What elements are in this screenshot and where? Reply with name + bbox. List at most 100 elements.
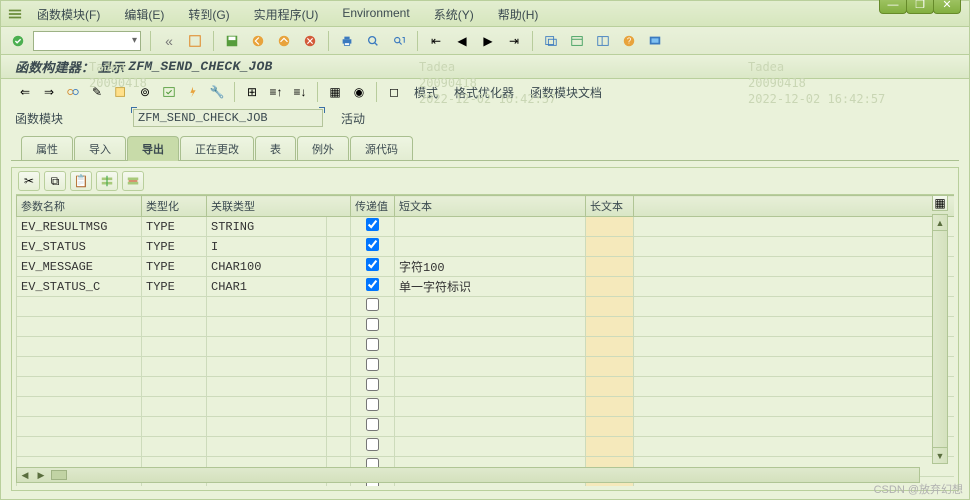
pass-value-checkbox[interactable] xyxy=(366,358,379,371)
tab-export[interactable]: 导出 xyxy=(127,136,179,161)
col-param-name[interactable]: 参数名称 xyxy=(17,196,142,217)
pass-value-cell[interactable] xyxy=(351,217,395,237)
pass-value-checkbox[interactable] xyxy=(366,298,379,311)
table-row[interactable]: EV_STATUS_CTYPECHAR1单一字符标识 xyxy=(17,277,955,297)
tab-tables[interactable]: 表 xyxy=(255,136,296,161)
table-row[interactable]: EV_STATUSTYPEI xyxy=(17,237,955,257)
pass-value-cell[interactable] xyxy=(351,277,395,297)
activate-icon[interactable] xyxy=(183,82,203,102)
table-row[interactable] xyxy=(17,337,955,357)
last-page-icon[interactable]: ⇥ xyxy=(503,30,525,52)
table-row[interactable] xyxy=(17,377,955,397)
breakpoint-icon[interactable]: ◉ xyxy=(349,82,369,102)
pass-value-cell[interactable] xyxy=(351,257,395,277)
table-row[interactable] xyxy=(17,357,955,377)
pass-value-cell[interactable] xyxy=(351,437,395,457)
enter-ok-icon[interactable] xyxy=(7,30,29,52)
pass-value-cell[interactable] xyxy=(351,237,395,257)
col-short-text[interactable]: 短文本 xyxy=(395,196,586,217)
new-session-icon[interactable] xyxy=(540,30,562,52)
sort-asc-icon[interactable]: ≡↑ xyxy=(266,82,286,102)
pass-value-cell[interactable] xyxy=(351,417,395,437)
create-shortcut-icon[interactable] xyxy=(566,30,588,52)
pass-value-cell[interactable] xyxy=(351,357,395,377)
table-row[interactable] xyxy=(17,397,955,417)
first-page-icon[interactable]: ⇤ xyxy=(425,30,447,52)
column-config-icon[interactable]: ▦ xyxy=(932,195,948,211)
col-pass-value[interactable]: 传递值 xyxy=(351,196,395,217)
pass-value-checkbox[interactable] xyxy=(366,258,379,271)
col-typing[interactable]: 类型化 xyxy=(142,196,207,217)
pass-value-checkbox[interactable] xyxy=(366,378,379,391)
col-long-text[interactable]: 长文本 xyxy=(586,196,634,217)
pass-value-cell[interactable] xyxy=(351,317,395,337)
fullscreen-icon[interactable]: ◻ xyxy=(384,82,404,102)
pass-value-cell[interactable] xyxy=(351,337,395,357)
cut-icon[interactable]: ✂ xyxy=(18,171,40,191)
pass-value-checkbox[interactable] xyxy=(366,438,379,451)
layout-icon[interactable] xyxy=(592,30,614,52)
next-page-icon[interactable]: ▶ xyxy=(477,30,499,52)
table-row[interactable]: EV_RESULTMSGTYPESTRING xyxy=(17,217,955,237)
back-icon[interactable]: « xyxy=(158,30,180,52)
pass-value-cell[interactable] xyxy=(351,377,395,397)
scroll-down-icon[interactable]: ▼ xyxy=(933,447,947,463)
delete-row-icon[interactable] xyxy=(122,171,144,191)
menu-help[interactable]: 帮助(H) xyxy=(486,1,551,27)
module-doc-button[interactable]: 函数模块文档 xyxy=(524,84,608,101)
tab-attributes[interactable]: 属性 xyxy=(21,136,73,161)
pass-value-checkbox[interactable] xyxy=(366,218,379,231)
tab-source[interactable]: 源代码 xyxy=(350,136,413,161)
pass-value-cell[interactable] xyxy=(351,397,395,417)
tab-import[interactable]: 导入 xyxy=(74,136,126,161)
command-field[interactable]: ▾ xyxy=(33,31,141,51)
menu-utilities[interactable]: 实用程序(U) xyxy=(242,1,331,27)
pass-value-cell[interactable] xyxy=(351,297,395,317)
window-close-button[interactable]: ✕ xyxy=(933,0,961,14)
help-icon[interactable]: ? xyxy=(618,30,640,52)
pass-value-checkbox[interactable] xyxy=(366,418,379,431)
pass-value-checkbox[interactable] xyxy=(366,338,379,351)
tab-changing[interactable]: 正在更改 xyxy=(180,136,254,161)
scroll-left-icon[interactable]: ◀ xyxy=(17,468,33,482)
cancel-icon[interactable] xyxy=(299,30,321,52)
scroll-thumb[interactable] xyxy=(51,470,67,480)
select-block-icon[interactable]: ▦ xyxy=(325,82,345,102)
other-object-icon[interactable]: ✎ xyxy=(87,82,107,102)
hierarchy-icon[interactable]: ⊞ xyxy=(242,82,262,102)
pattern-button[interactable]: 模式 xyxy=(408,84,444,101)
tab-exceptions[interactable]: 例外 xyxy=(297,136,349,161)
print-icon[interactable] xyxy=(336,30,358,52)
active-inactive-icon[interactable] xyxy=(111,82,131,102)
menu-goto[interactable]: 转到(G) xyxy=(176,1,241,27)
copy-icon[interactable]: ⧉ xyxy=(44,171,66,191)
table-row[interactable]: EV_MESSAGETYPECHAR100字符100 xyxy=(17,257,955,277)
save-icon[interactable] xyxy=(221,30,243,52)
prev-object-icon[interactable]: ⇐ xyxy=(15,82,35,102)
table-row[interactable] xyxy=(17,437,955,457)
col-assoc-type[interactable]: 关联类型 xyxy=(207,196,351,217)
app-menu-icon[interactable] xyxy=(5,4,25,24)
scroll-up-icon[interactable]: ▲ xyxy=(933,215,947,231)
prev-page-icon[interactable]: ◀ xyxy=(451,30,473,52)
pass-value-checkbox[interactable] xyxy=(366,398,379,411)
display-change-icon[interactable] xyxy=(63,82,83,102)
sort-desc-icon[interactable]: ≡↓ xyxy=(290,82,310,102)
module-name-input[interactable]: ZFM_SEND_CHECK_JOB xyxy=(133,109,323,127)
insert-row-icon[interactable] xyxy=(96,171,118,191)
check-icon[interactable] xyxy=(159,82,179,102)
table-row[interactable] xyxy=(17,417,955,437)
scroll-right-icon[interactable]: ▶ xyxy=(33,468,49,482)
pretty-printer-button[interactable]: 格式优化器 xyxy=(448,84,520,101)
window-minimize-button[interactable]: — xyxy=(879,0,907,14)
menu-environment[interactable]: Environment xyxy=(330,1,421,27)
window-maximize-button[interactable]: ❐ xyxy=(906,0,934,14)
up-icon[interactable] xyxy=(273,30,295,52)
customize-icon[interactable] xyxy=(644,30,666,52)
menu-function-module[interactable]: 函数模块(F) xyxy=(25,1,112,27)
pass-value-checkbox[interactable] xyxy=(366,278,379,291)
table-row[interactable] xyxy=(17,317,955,337)
table-row[interactable] xyxy=(17,297,955,317)
pass-value-checkbox[interactable] xyxy=(366,238,379,251)
find-next-icon[interactable] xyxy=(388,30,410,52)
